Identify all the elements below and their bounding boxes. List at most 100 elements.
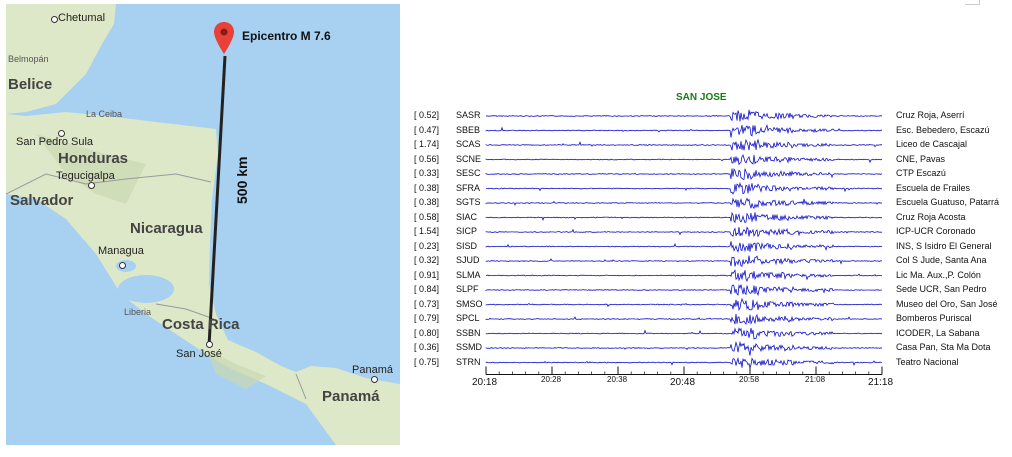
station-name: ICP-UCR Coronado — [896, 226, 976, 236]
station-gain: [ 0.52] — [414, 110, 440, 120]
trace-slma — [485, 269, 883, 283]
station-name: CTP Escazú — [896, 168, 946, 178]
station-code: SSMD — [456, 342, 483, 352]
station-gain: [ 0.84] — [414, 284, 440, 294]
station-gain: [ 0.47] — [414, 124, 440, 135]
station-name: CNE, Pavas — [896, 153, 946, 164]
country-label-honduras: Honduras — [58, 150, 129, 167]
station-gain: [ 0.36] — [414, 342, 440, 352]
city-label-belmopan: Belmopán — [8, 54, 49, 64]
time-tick-label: 20:38 — [607, 374, 628, 384]
station-name: ICODER, La Sabana — [896, 327, 980, 338]
station-code: SSBN — [456, 327, 481, 338]
trace-sasr — [485, 109, 883, 122]
station-code: SIAC — [456, 211, 478, 222]
map-graphic — [6, 4, 400, 445]
trace-siac — [485, 211, 883, 224]
trace-sjud — [485, 255, 883, 267]
station-code: STRN — [456, 356, 481, 367]
trace-sisd — [485, 241, 883, 253]
station-gain: [ 0.33] — [414, 168, 440, 178]
seismogram-panel: SAN JOSE [ 0.52] SASR Cruz Roja, Aserrí[ 0… — [414, 86, 1010, 406]
trace-strn — [485, 356, 882, 370]
country-label-belize: Belice — [8, 76, 53, 93]
station-gain: [ 0.80] — [414, 327, 440, 338]
station-gain: [ 0.58] — [414, 211, 440, 222]
station-code: SFRA — [456, 182, 481, 193]
station-name: Col S Jude, Santa Ana — [896, 255, 987, 265]
station-gain: [ 0.23] — [414, 240, 440, 251]
station-name: INS, S Isidro El General — [896, 240, 992, 251]
station-name: Escuela Guatuso, Patarrá — [896, 197, 1000, 207]
country-label-nicaragua: Nicaragua — [130, 220, 203, 237]
time-tick-label: 21:08 — [805, 374, 826, 384]
city-label-managua: Managua — [98, 245, 144, 257]
station-name: Lic Ma. Aux.,P. Colón — [896, 269, 981, 280]
trace-sbeb — [485, 123, 882, 138]
city-label-san-pedro-sula: San Pedro Sula — [16, 136, 94, 148]
station-gain: [ 0.75] — [414, 356, 440, 367]
station-gain: [ 0.56] — [414, 153, 440, 164]
station-name: Casa Pan, Sta Ma Dota — [896, 342, 991, 352]
city-dot — [119, 262, 126, 269]
station-code: SJUD — [456, 255, 480, 265]
station-name: Escuela de Frailes — [896, 182, 971, 193]
trace-sesc — [485, 168, 883, 180]
station-code: SLMA — [456, 269, 481, 280]
city-dot — [206, 341, 213, 348]
station-gain: [ 0.73] — [414, 298, 440, 309]
city-label-tegucigalpa: Tegucigalpa — [56, 170, 115, 182]
station-name: Esc. Bebedero, Escazú — [896, 124, 990, 135]
station-gain: [ 0.32] — [414, 255, 440, 265]
station-name: Cruz Roja Acosta — [896, 211, 966, 222]
time-tick-label: 20:58 — [739, 374, 760, 384]
trace-spcl — [485, 313, 883, 325]
map-panel: Epicentro M 7.6 500 km Belice Honduras S… — [6, 4, 400, 445]
trace-scas — [485, 138, 883, 151]
station-gain: [ 0.38] — [414, 197, 440, 207]
station-code: SBEB — [456, 124, 481, 135]
station-gain: [ 0.79] — [414, 313, 440, 323]
trace-ssmd — [485, 340, 883, 356]
distance-label: 500 km — [234, 156, 250, 204]
trace-smso — [485, 297, 883, 312]
station-name: Bomberos Puriscal — [896, 313, 972, 323]
city-label-panama-city: Panamá — [352, 364, 393, 376]
station-name: Liceo de Cascajal — [896, 139, 968, 149]
trace-slpf — [485, 284, 883, 297]
epicenter-pin-icon[interactable] — [214, 22, 234, 54]
country-label-panama: Panamá — [322, 388, 380, 405]
station-code: SCAS — [456, 139, 481, 149]
city-dot — [371, 376, 378, 383]
station-gain: [ 0.38] — [414, 182, 440, 193]
station-code: SPCL — [456, 313, 480, 323]
corner-mark — [965, 0, 980, 5]
station-name: Museo del Oro, San José — [896, 298, 998, 309]
city-label-liberia: Liberia — [124, 307, 152, 317]
city-label-chetumal: Chetumal — [58, 12, 106, 24]
time-tick-label: 20:48 — [670, 376, 696, 388]
trace-ssbn — [485, 326, 883, 340]
station-gain: [ 1.74] — [414, 139, 440, 149]
epicenter-label: Epicentro M 7.6 — [242, 29, 331, 43]
station-name: Sede UCR, San Pedro — [896, 284, 987, 294]
station-code: SISD — [456, 240, 478, 251]
station-name: Cruz Roja, Aserrí — [896, 110, 965, 120]
country-label-salvador: Salvador — [10, 192, 74, 209]
trace-sicp — [485, 226, 883, 238]
station-code: SICP — [456, 226, 478, 236]
station-code: SESC — [456, 168, 481, 178]
time-tick-label: 20:18 — [472, 376, 498, 388]
time-tick-label: 20:28 — [541, 374, 562, 384]
city-label-la-ceiba: La Ceiba — [86, 109, 123, 119]
time-tick-label: 21:18 — [868, 376, 894, 388]
station-code: SASR — [456, 110, 481, 120]
trace-sfra — [486, 181, 882, 195]
station-code: SMSO — [456, 298, 483, 309]
country-label-costa-rica: Costa Rica — [162, 316, 240, 333]
station-code: SCNE — [456, 153, 482, 164]
station-code: SLPF — [456, 284, 479, 294]
trace-scne — [485, 154, 883, 166]
station-name: Teatro Nacional — [896, 356, 959, 367]
station-gain: [ 1.54] — [414, 226, 440, 236]
